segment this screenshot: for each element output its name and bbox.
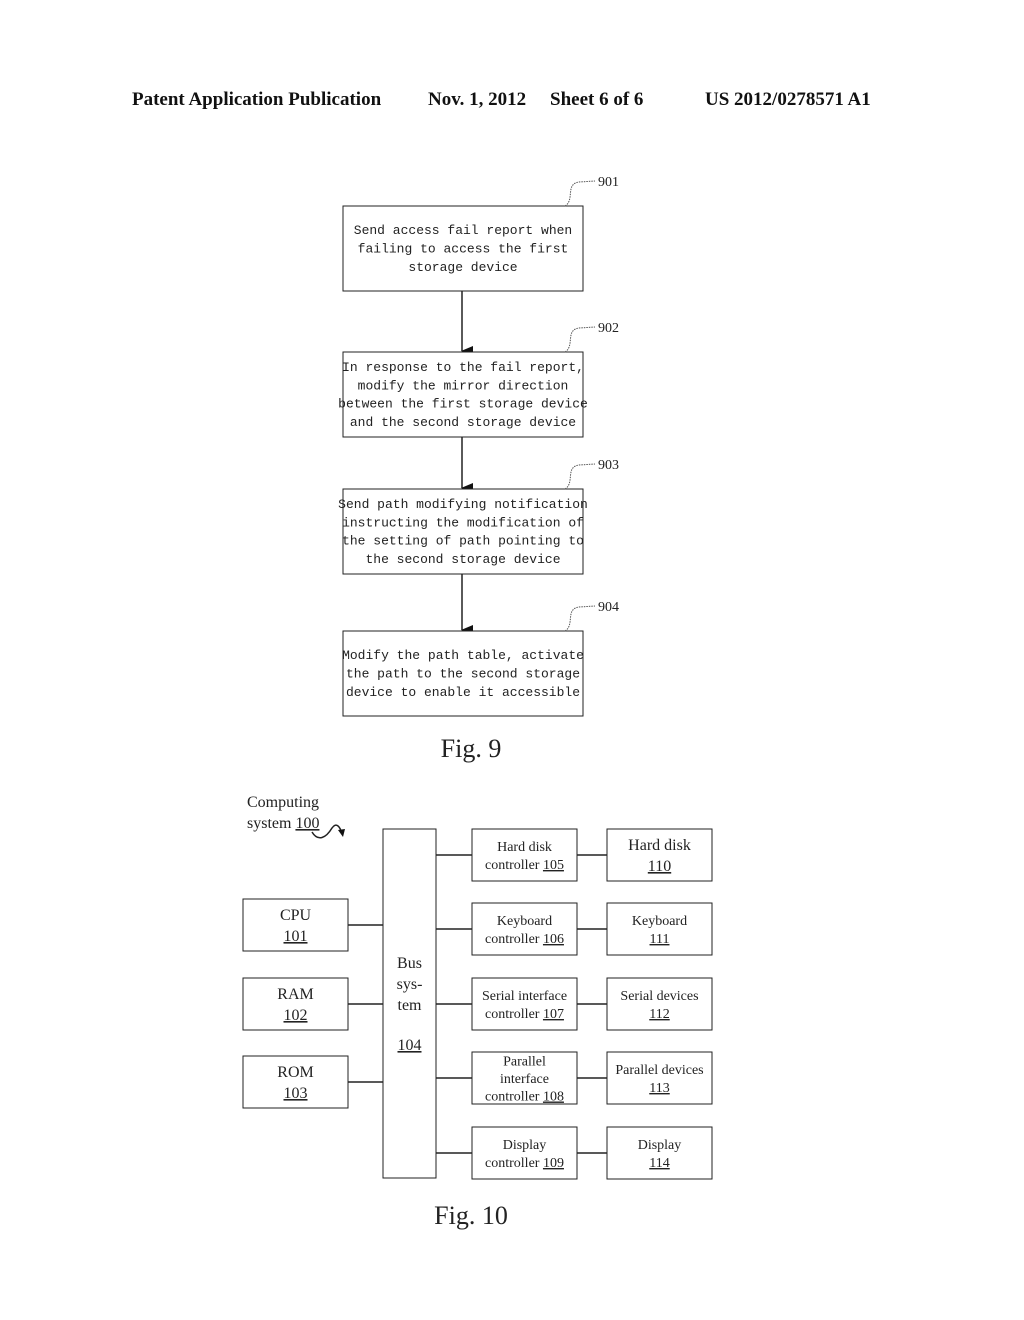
step-text-line: Send access fail report when	[354, 223, 572, 238]
device-reference-number: 112	[649, 1007, 669, 1022]
device-name: Keyboard	[632, 914, 687, 929]
block-name: RAM	[277, 986, 313, 1003]
step-text-line: storage device	[408, 260, 517, 275]
block-cpu: CPU 101	[242, 898, 349, 952]
system-label-ref: system 100	[247, 815, 319, 832]
reference-leader	[564, 180, 596, 207]
controller-108: Parallel interface controller 108	[471, 1051, 578, 1105]
figure-9-flowchart: Send access fail report when failing to a…	[338, 175, 619, 763]
device-reference-number: 113	[649, 1081, 669, 1096]
bus-label-line: tem	[398, 997, 423, 1014]
reference-number: 108	[543, 1090, 564, 1105]
squiggle-arrowhead-icon	[338, 829, 345, 837]
step-text-line: Send path modifying notification	[338, 497, 588, 512]
step-text-line: between the first storage device	[338, 397, 588, 412]
reference-leader	[564, 326, 596, 353]
step-text-line: the setting of path pointing to	[342, 534, 584, 549]
system-label-line: Computing	[247, 794, 319, 811]
bus-reference-number: 104	[398, 1037, 422, 1054]
reference-number: 109	[543, 1156, 564, 1171]
device-reference-number: 114	[649, 1156, 669, 1171]
device-name: Parallel devices	[615, 1063, 703, 1078]
figure-9-caption: Fig. 9	[441, 734, 502, 763]
controller-text-line: Display	[503, 1138, 547, 1153]
device-box	[606, 977, 713, 1031]
device-113: Parallel devices 113	[606, 1051, 713, 1105]
block-name: CPU	[280, 907, 312, 924]
block-name: ROM	[277, 1064, 313, 1081]
device-110: Hard disk 110	[606, 828, 713, 882]
controller-text-line: controller 108	[485, 1090, 564, 1105]
device-name: Display	[638, 1138, 682, 1153]
step-text-line: modify the mirror direction	[358, 378, 569, 393]
flow-step-904: Modify the path table, activate the path …	[342, 600, 619, 717]
device-box	[606, 1051, 713, 1105]
device-name: Hard disk	[628, 837, 691, 854]
controller-box	[471, 902, 578, 956]
reference-leader	[564, 605, 596, 632]
bus-label-line: sys-	[397, 976, 423, 993]
flow-step-901: Send access fail report when failing to a…	[342, 175, 619, 292]
controller-box	[471, 1126, 578, 1180]
reference-number: 107	[543, 1007, 564, 1022]
controller-text-line: Serial interface	[482, 989, 567, 1004]
step-text-line: device to enable it accessible	[346, 685, 580, 700]
controller-text-line: controller 105	[485, 858, 564, 873]
step-reference-number: 904	[598, 600, 619, 615]
figure-10-caption: Fig. 10	[434, 1201, 508, 1230]
controller-box	[471, 977, 578, 1031]
device-reference-number: 111	[650, 932, 670, 947]
step-text-line: the second storage device	[365, 552, 560, 567]
step-text-line: In response to the fail report,	[342, 360, 584, 375]
device-114: Display 114	[606, 1126, 713, 1180]
step-text-line: instructing the modification of	[342, 515, 584, 530]
device-reference-number: 110	[648, 858, 671, 875]
step-text-line: failing to access the first	[358, 242, 569, 257]
figure-10-block-diagram: Computing system 100 Bus sys-tem 104 CPU 101 RA…	[242, 794, 713, 1230]
device-111: Keyboard 111	[606, 902, 713, 956]
controller-text-line: controller 107	[485, 1007, 564, 1022]
step-reference-number: 901	[598, 175, 619, 190]
block-reference-number: 103	[284, 1085, 308, 1102]
reference-number: 100	[295, 815, 319, 832]
controller-text-line: interface	[500, 1072, 549, 1087]
step-text-line: Modify the path table, activate	[342, 648, 584, 663]
controller-text-line: Hard disk	[497, 840, 552, 855]
device-112: Serial devices 112	[606, 977, 713, 1031]
step-reference-number: 903	[598, 458, 619, 473]
diagram-canvas: Send access fail report when failing to a…	[242, 175, 713, 1230]
controller-text-line: controller 109	[485, 1156, 564, 1171]
step-text-line: and the second storage device	[350, 415, 576, 430]
device-name: Serial devices	[620, 989, 698, 1004]
controller-105: Hard disk controller 105	[471, 828, 578, 882]
flow-step-903: Send path modifying notification instruct…	[338, 458, 619, 575]
device-box	[606, 902, 713, 956]
block-ram: RAM 102	[242, 977, 349, 1031]
controller-109: Display controller 109	[471, 1126, 578, 1180]
bus-label-line: Bus	[397, 955, 422, 972]
block-rom: ROM 103	[242, 1055, 349, 1109]
flow-step-902: In response to the fail report, modify th…	[338, 321, 619, 438]
reference-number: 106	[543, 932, 564, 947]
bus-system-block: Bus sys-tem 104	[382, 828, 437, 1179]
reference-leader	[564, 463, 596, 490]
controller-box	[471, 828, 578, 882]
controller-107: Serial interface controller 107	[471, 977, 578, 1031]
step-reference-number: 902	[598, 321, 619, 336]
step-text-line: the path to the second storage	[346, 667, 580, 682]
controller-text-line: Parallel	[503, 1055, 546, 1070]
reference-number: 105	[543, 858, 564, 873]
controller-106: Keyboard controller 106	[471, 902, 578, 956]
block-reference-number: 102	[284, 1007, 308, 1024]
controller-text-line: controller 106	[485, 932, 564, 947]
block-reference-number: 101	[284, 928, 308, 945]
controller-text-line: Keyboard	[497, 914, 552, 929]
device-box	[606, 1126, 713, 1180]
